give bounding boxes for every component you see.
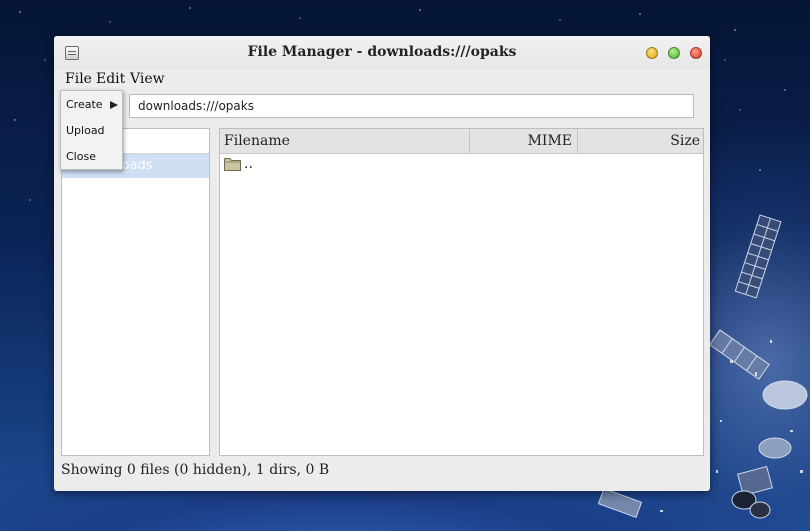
path-input[interactable]: downloads:///opaks [129,94,694,118]
submenu-arrow-icon [110,101,118,109]
menu-view[interactable]: View [130,71,165,87]
file-list[interactable]: Filename MIME Size .. [219,128,704,456]
close-button[interactable] [690,47,702,59]
menu-item-create-label: Create [66,98,103,111]
minimize-button[interactable] [646,47,658,59]
menu-item-create[interactable]: Create [61,92,122,118]
column-mime[interactable]: MIME [470,129,578,153]
maximize-button[interactable] [668,47,680,59]
menu-edit[interactable]: Edit [96,71,125,87]
window-title: File Manager - downloads:///opaks [247,44,517,60]
column-filename[interactable]: Filename [220,129,470,153]
location-tree[interactable]: loads [61,128,210,456]
table-row[interactable]: .. [220,154,703,176]
folder-icon [224,158,241,171]
file-menu-dropdown: Create Upload Close [60,90,123,170]
menu-item-close[interactable]: Close [61,144,122,170]
row-filename: .. [244,156,253,172]
menu-bar: File Edit View [54,69,710,91]
file-manager-window: File Manager - downloads:///opaks File E… [54,36,710,491]
menu-item-upload[interactable]: Upload [61,118,122,144]
status-bar: Showing 0 files (0 hidden), 1 dirs, 0 B [61,462,330,478]
column-header: Filename MIME Size [220,129,703,154]
menu-file[interactable]: File [65,71,92,87]
title-bar[interactable]: File Manager - downloads:///opaks [54,36,710,69]
column-size[interactable]: Size [578,129,703,153]
